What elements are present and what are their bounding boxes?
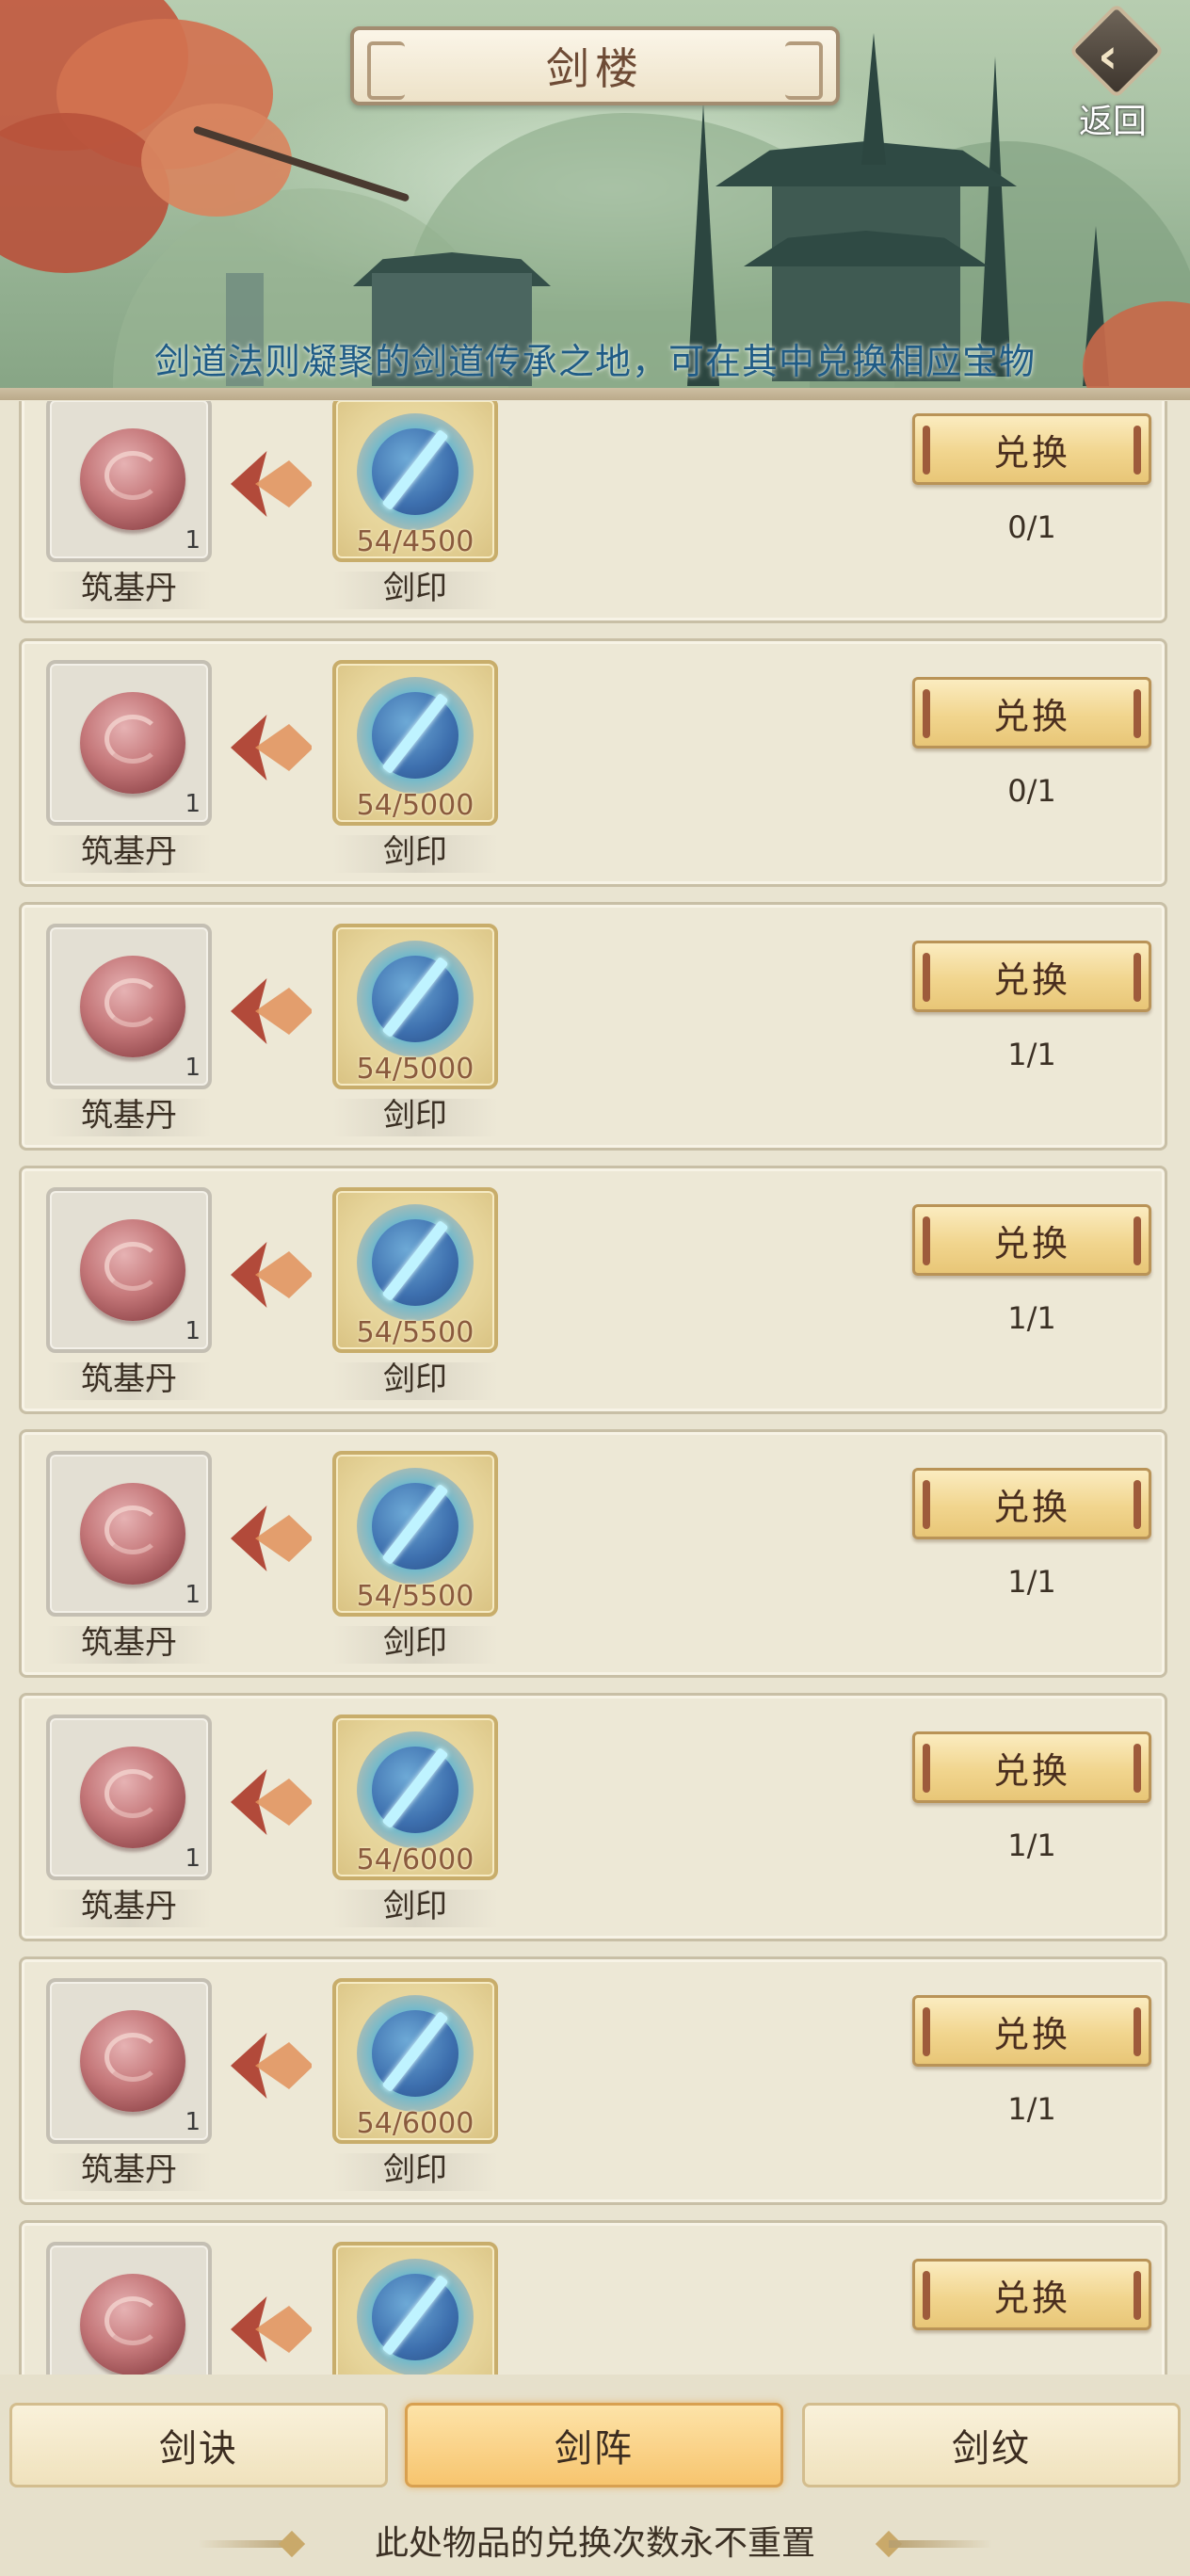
cost-progress: 54/5500 [356,1580,474,1613]
reward-quantity: 1 [185,1054,201,1082]
exchange-row: 1 54/5000 筑基丹 剑印 兑换 0/1 [19,638,1167,887]
reward-item-slot[interactable]: 1 [46,1451,212,1617]
reward-item-name: 筑基丹 [81,1360,177,1398]
back-button[interactable]: ‹ 返回 [1062,3,1175,141]
exchange-row: 1 54/6000 筑基丹 剑印 兑换 1/1 [19,1693,1167,1941]
reward-item-slot[interactable]: 1 [46,660,212,826]
exchange-row: 1 54/5500 筑基丹 剑印 兑换 1/1 [19,1429,1167,1678]
pill-swirl-icon [105,451,161,500]
footer-note: 此处物品的兑换次数永不重置 [374,2524,815,2563]
footer-ornament [889,2540,992,2548]
exchange-button[interactable]: 兑换 [912,2259,1151,2330]
reward-item-name: 筑基丹 [81,1624,177,1662]
cost-progress: 54/6000 [356,2107,474,2140]
exchange-row: 1 54/5500 筑基丹 剑印 兑换 1/1 [19,1166,1167,1414]
cost-item-name: 剑印 [383,570,447,607]
exchange-arrow-icon [231,715,315,781]
exchange-arrow-icon [231,2296,315,2362]
reward-quantity: 1 [185,1844,201,1873]
cost-item-slot[interactable]: 54/5500 [332,1451,498,1617]
cost-item-name: 剑印 [383,1888,447,1925]
cost-item-name: 剑印 [383,1360,447,1398]
reward-quantity: 1 [185,2108,201,2136]
exchange-button[interactable]: 兑换 [912,677,1151,749]
exchange-row: 1 54/5000 筑基丹 剑印 兑换 1/1 [19,902,1167,1151]
cost-item-slot[interactable]: 54/6000 [332,1715,498,1880]
back-arrow-icon: ‹ [1098,28,1118,85]
cost-progress: 54/5500 [356,1316,474,1349]
exchange-arrow-icon [231,978,315,1044]
pill-swirl-icon [105,978,161,1027]
tab-sword-formation[interactable]: 剑阵 [405,2403,783,2487]
exchange-limit: 0/1 [1007,509,1056,545]
reward-item-name: 筑基丹 [81,1097,177,1135]
page-subtitle: 剑道法则凝聚的剑道传承之地，可在其中兑换相应宝物 [153,341,1036,382]
exchange-limit: 1/1 [1007,1300,1056,1336]
exchange-arrow-icon [231,2033,315,2099]
cost-item-slot[interactable]: 54/4500 [332,401,498,562]
pill-swirl-icon [105,1242,161,1291]
reward-item-slot[interactable]: 1 [46,924,212,1089]
exchange-limit: 1/1 [1007,1827,1056,1863]
cost-item-slot[interactable]: 54/5500 [332,1187,498,1353]
exchange-limit: 1/1 [1007,1037,1056,1072]
exchange-arrow-icon [231,1505,315,1571]
exchange-limit: 0/1 [1007,773,1056,809]
page-title: 剑楼 [546,43,644,94]
exchange-limit: 1/1 [1007,2091,1056,2127]
back-label: 返回 [1079,103,1148,141]
cost-item-name: 剑印 [383,2151,447,2189]
reward-item-name: 筑基丹 [81,570,177,607]
exchange-row: 1 54/4500 筑基丹 剑印 兑换 0/1 [19,401,1167,623]
reward-quantity: 1 [185,1317,201,1345]
cost-item-name: 剑印 [383,1624,447,1662]
reward-quantity: 1 [185,1581,201,1609]
reward-quantity: 1 [185,790,201,818]
tab-sword-art[interactable]: 剑诀 [9,2403,388,2487]
cost-progress: 54/4500 [356,525,474,558]
header-banner: 剑楼 ‹ 返回 剑道法则凝聚的剑道传承之地，可在其中兑换相应宝物 [0,0,1190,400]
banner-divider [0,388,1190,400]
pill-swirl-icon [105,715,161,764]
bottom-tab-bar: 剑诀 剑阵 剑纹 此处物品的兑换次数永不重置 [0,2375,1190,2576]
exchange-limit: 1/1 [1007,1564,1056,1600]
reward-quantity: 1 [185,526,201,555]
exchange-arrow-icon [231,1242,315,1308]
reward-item-slot[interactable]: 1 [46,1715,212,1880]
pill-swirl-icon [105,1505,161,1554]
exchange-button[interactable]: 兑换 [912,1204,1151,1276]
exchange-list[interactable]: 1 54/4500 筑基丹 剑印 兑换 0/1 1 54/5000 筑基丹 剑印… [0,401,1190,2375]
maple-foliage [141,104,292,217]
reward-item-name: 筑基丹 [81,1888,177,1925]
tab-sword-pattern[interactable]: 剑纹 [802,2403,1181,2487]
cost-progress: 54/6000 [356,1843,474,1876]
exchange-button[interactable]: 兑换 [912,1731,1151,1803]
pill-swirl-icon [105,1769,161,1818]
reward-item-slot[interactable]: 1 [46,401,212,562]
cost-item-slot[interactable] [332,2242,498,2375]
cost-progress: 54/5000 [356,789,474,822]
exchange-button[interactable]: 兑换 [912,1468,1151,1539]
exchange-row: 1 54/6000 筑基丹 剑印 兑换 1/1 [19,1956,1167,2205]
exchange-arrow-icon [231,1769,315,1835]
exchange-button[interactable]: 兑换 [912,413,1151,485]
exchange-button[interactable]: 兑换 [912,1995,1151,2067]
title-plate: 剑楼 [350,26,840,105]
reward-item-slot[interactable]: 1 [46,1187,212,1353]
reward-item-name: 筑基丹 [81,2151,177,2189]
cost-item-name: 剑印 [383,1097,447,1135]
cost-item-slot[interactable]: 54/5000 [332,660,498,826]
cost-item-name: 剑印 [383,833,447,871]
cost-item-slot[interactable]: 54/6000 [332,1978,498,2144]
pill-swirl-icon [105,2296,161,2345]
pill-swirl-icon [105,2033,161,2082]
reward-item-slot[interactable]: 1 [46,1978,212,2144]
exchange-row: 兑换 [19,2220,1167,2375]
cost-progress: 54/5000 [356,1053,474,1086]
reward-item-name: 筑基丹 [81,833,177,871]
exchange-button[interactable]: 兑换 [912,941,1151,1012]
cost-item-slot[interactable]: 54/5000 [332,924,498,1089]
reward-item-slot[interactable] [46,2242,212,2375]
exchange-arrow-icon [231,451,315,517]
